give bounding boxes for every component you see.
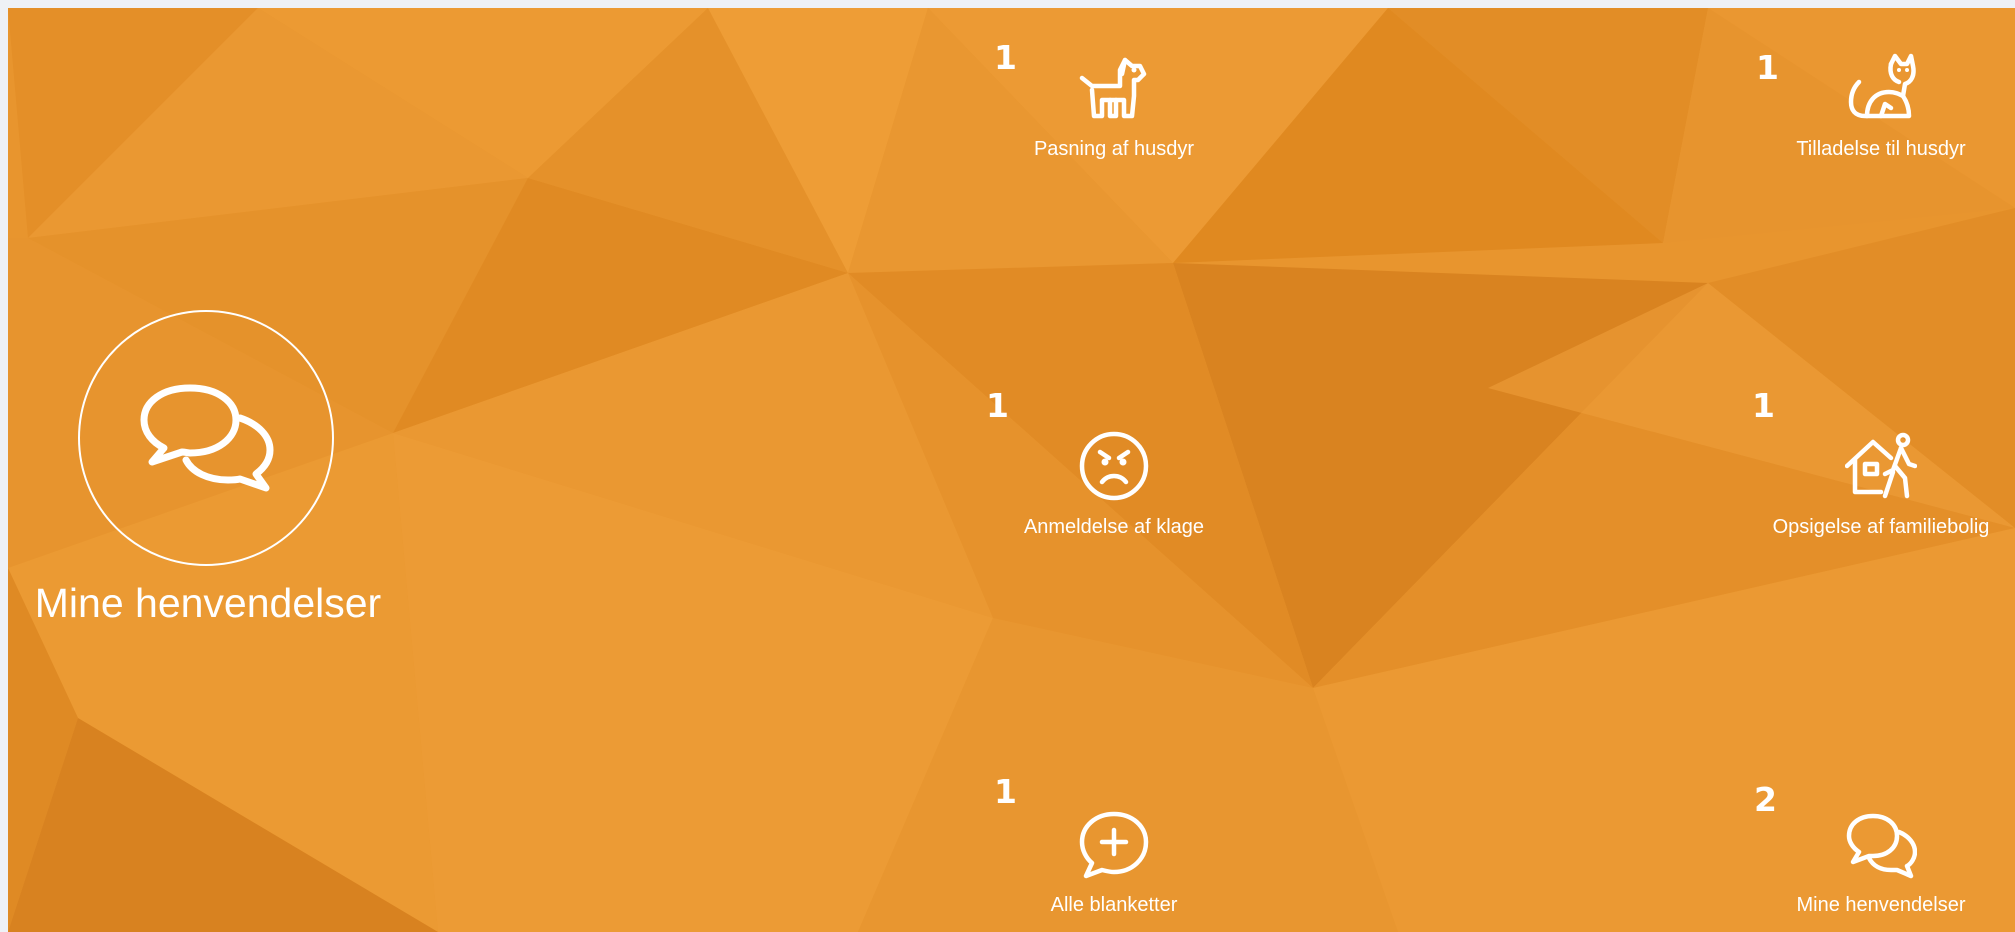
tile-label: Mine henvendelser — [1796, 894, 1966, 916]
tile-label: Anmeldelse af klage — [1023, 516, 1205, 538]
dog-icon — [1079, 57, 1147, 119]
badge-count: 1 — [994, 772, 1017, 811]
tile-pet-sitting[interactable]: Pasning af husdyr — [964, 52, 1264, 182]
chat-bubbles-icon — [1846, 813, 1917, 879]
tile-label: Tilladelse til husdyr — [1796, 138, 1966, 160]
house-leaving-icon — [1845, 432, 1917, 499]
chat-bubbles-icon — [140, 384, 274, 492]
badge-count: 1 — [1752, 386, 1775, 425]
cat-icon — [1848, 53, 1916, 119]
tile-file-complaint[interactable]: Anmeldelse af klage — [964, 430, 1264, 560]
tile-pet-permission[interactable]: Tilladelse til husdyr — [1731, 52, 2015, 182]
tile-my-inquiries[interactable]: Mine henvendelser — [1731, 808, 2015, 932]
tile-label: Opsigelse af familiebolig — [1772, 516, 1990, 538]
chat-plus-icon — [1079, 811, 1149, 879]
tile-all-forms[interactable]: Alle blanketter — [964, 808, 1264, 932]
hero-circle — [78, 310, 334, 566]
tile-label: Pasning af husdyr — [1033, 138, 1195, 160]
my-inquiries-hero[interactable]: Mine henvendelser — [8, 308, 408, 648]
badge-count: 1 — [986, 386, 1009, 425]
dashboard-panel: Mine henvendelser 1 Pasning af husdyr 1 — [8, 8, 2015, 932]
angry-face-icon — [1079, 431, 1149, 501]
tile-label: Alle blanketter — [1050, 894, 1178, 916]
tile-terminate-housing[interactable]: Opsigelse af familiebolig — [1731, 430, 2015, 560]
hero-label: Mine henvendelser — [34, 580, 382, 626]
